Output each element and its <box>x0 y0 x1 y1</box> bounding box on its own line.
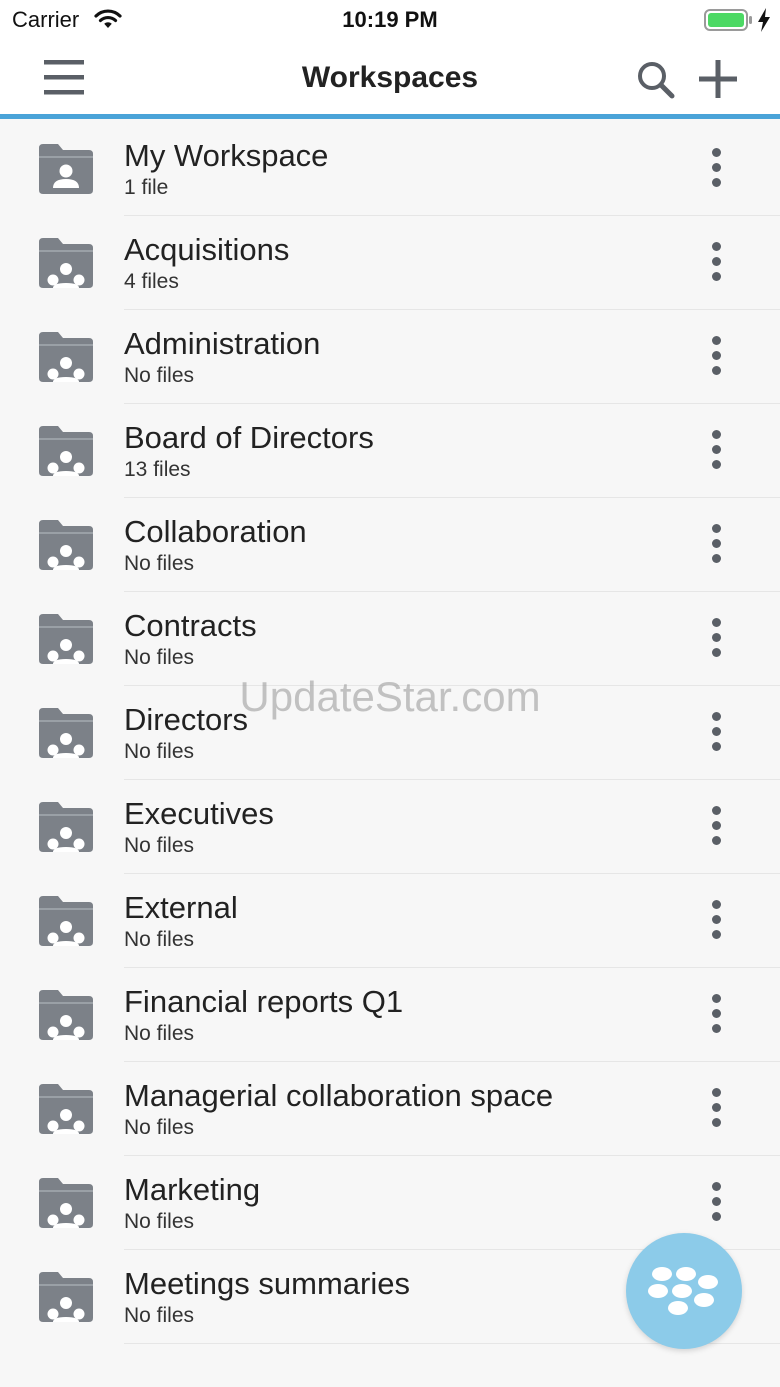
more-options-icon[interactable] <box>704 994 728 1038</box>
charging-bolt-icon <box>757 8 771 37</box>
workspace-name: Marketing <box>124 1172 261 1207</box>
shared-folder-icon <box>36 236 96 295</box>
workspace-file-count: No files <box>124 1116 195 1139</box>
more-options-icon[interactable] <box>704 806 728 850</box>
workspace-row[interactable]: External No files <box>0 874 780 968</box>
workspace-file-count: No files <box>124 364 195 387</box>
workspace-row[interactable]: Managerial collaboration space No files <box>0 1062 780 1156</box>
workspace-name: Acquisitions <box>124 232 290 267</box>
workspace-name: Executives <box>124 796 274 831</box>
more-options-icon[interactable] <box>704 900 728 944</box>
workspace-file-count: 4 files <box>124 270 179 293</box>
shared-folder-icon <box>36 518 96 577</box>
more-options-icon[interactable] <box>704 618 728 662</box>
workspace-file-count: 1 file <box>124 176 169 199</box>
blackberry-logo-icon <box>648 1265 720 1322</box>
personal-folder-icon <box>36 142 96 201</box>
status-bar: Carrier 10:19 PM <box>0 0 780 42</box>
workspace-name: Financial reports Q1 <box>124 984 404 1019</box>
shared-folder-icon <box>36 894 96 953</box>
battery-icon <box>704 9 752 36</box>
shared-folder-icon <box>36 988 96 1047</box>
workspace-name: Administration <box>124 326 321 361</box>
workspace-file-count: No files <box>124 834 195 857</box>
workspace-row[interactable]: Directors No files <box>0 686 780 780</box>
search-icon[interactable] <box>636 60 676 105</box>
workspace-file-count: No files <box>124 1304 195 1327</box>
status-time: 10:19 PM <box>342 7 438 32</box>
workspace-name: My Workspace <box>124 138 329 173</box>
more-options-icon[interactable] <box>704 430 728 474</box>
workspace-name: Managerial collaboration space <box>124 1078 554 1113</box>
workspace-list: My Workspace 1 file Acquisitions 4 files Adm… <box>0 122 780 1344</box>
more-options-icon[interactable] <box>704 524 728 568</box>
workspace-file-count: No files <box>124 1210 195 1233</box>
workspace-file-count: No files <box>124 740 195 763</box>
workspace-file-count: 13 files <box>124 458 191 481</box>
workspace-name: External <box>124 890 238 925</box>
more-options-icon[interactable] <box>704 336 728 380</box>
workspace-name: Meetings summaries <box>124 1266 410 1301</box>
shared-folder-icon <box>36 800 96 859</box>
workspace-file-count: No files <box>124 552 195 575</box>
workspace-file-count: No files <box>124 928 195 951</box>
workspace-file-count: No files <box>124 646 195 669</box>
more-options-icon[interactable] <box>704 148 728 192</box>
plus-icon[interactable] <box>698 59 738 104</box>
workspace-name: Collaboration <box>124 514 307 549</box>
shared-folder-icon <box>36 1270 96 1329</box>
shared-folder-icon <box>36 1082 96 1141</box>
more-options-icon[interactable] <box>704 242 728 286</box>
shared-folder-icon <box>36 330 96 389</box>
more-options-icon[interactable] <box>704 1182 728 1226</box>
shared-folder-icon <box>36 424 96 483</box>
workspace-row[interactable]: Financial reports Q1 No files <box>0 968 780 1062</box>
shared-folder-icon <box>36 706 96 765</box>
workspace-file-count: No files <box>124 1022 195 1045</box>
workspace-row[interactable]: Acquisitions 4 files <box>0 216 780 310</box>
workspace-row[interactable]: My Workspace 1 file <box>0 122 780 216</box>
shared-folder-icon <box>36 1176 96 1235</box>
workspace-row[interactable]: Board of Directors 13 files <box>0 404 780 498</box>
workspace-row[interactable]: Collaboration No files <box>0 498 780 592</box>
workspace-name: Board of Directors <box>124 420 374 455</box>
navigation-bar: Workspaces <box>0 42 780 119</box>
more-options-icon[interactable] <box>704 712 728 756</box>
workspace-name: Contracts <box>124 608 257 643</box>
shared-folder-icon <box>36 612 96 671</box>
workspace-row[interactable]: Executives No files <box>0 780 780 874</box>
more-options-icon[interactable] <box>704 1088 728 1132</box>
workspace-row[interactable]: Administration No files <box>0 310 780 404</box>
blackberry-fab-button[interactable] <box>626 1233 742 1349</box>
workspace-name: Directors <box>124 702 249 737</box>
workspace-row[interactable]: Contracts No files <box>0 592 780 686</box>
